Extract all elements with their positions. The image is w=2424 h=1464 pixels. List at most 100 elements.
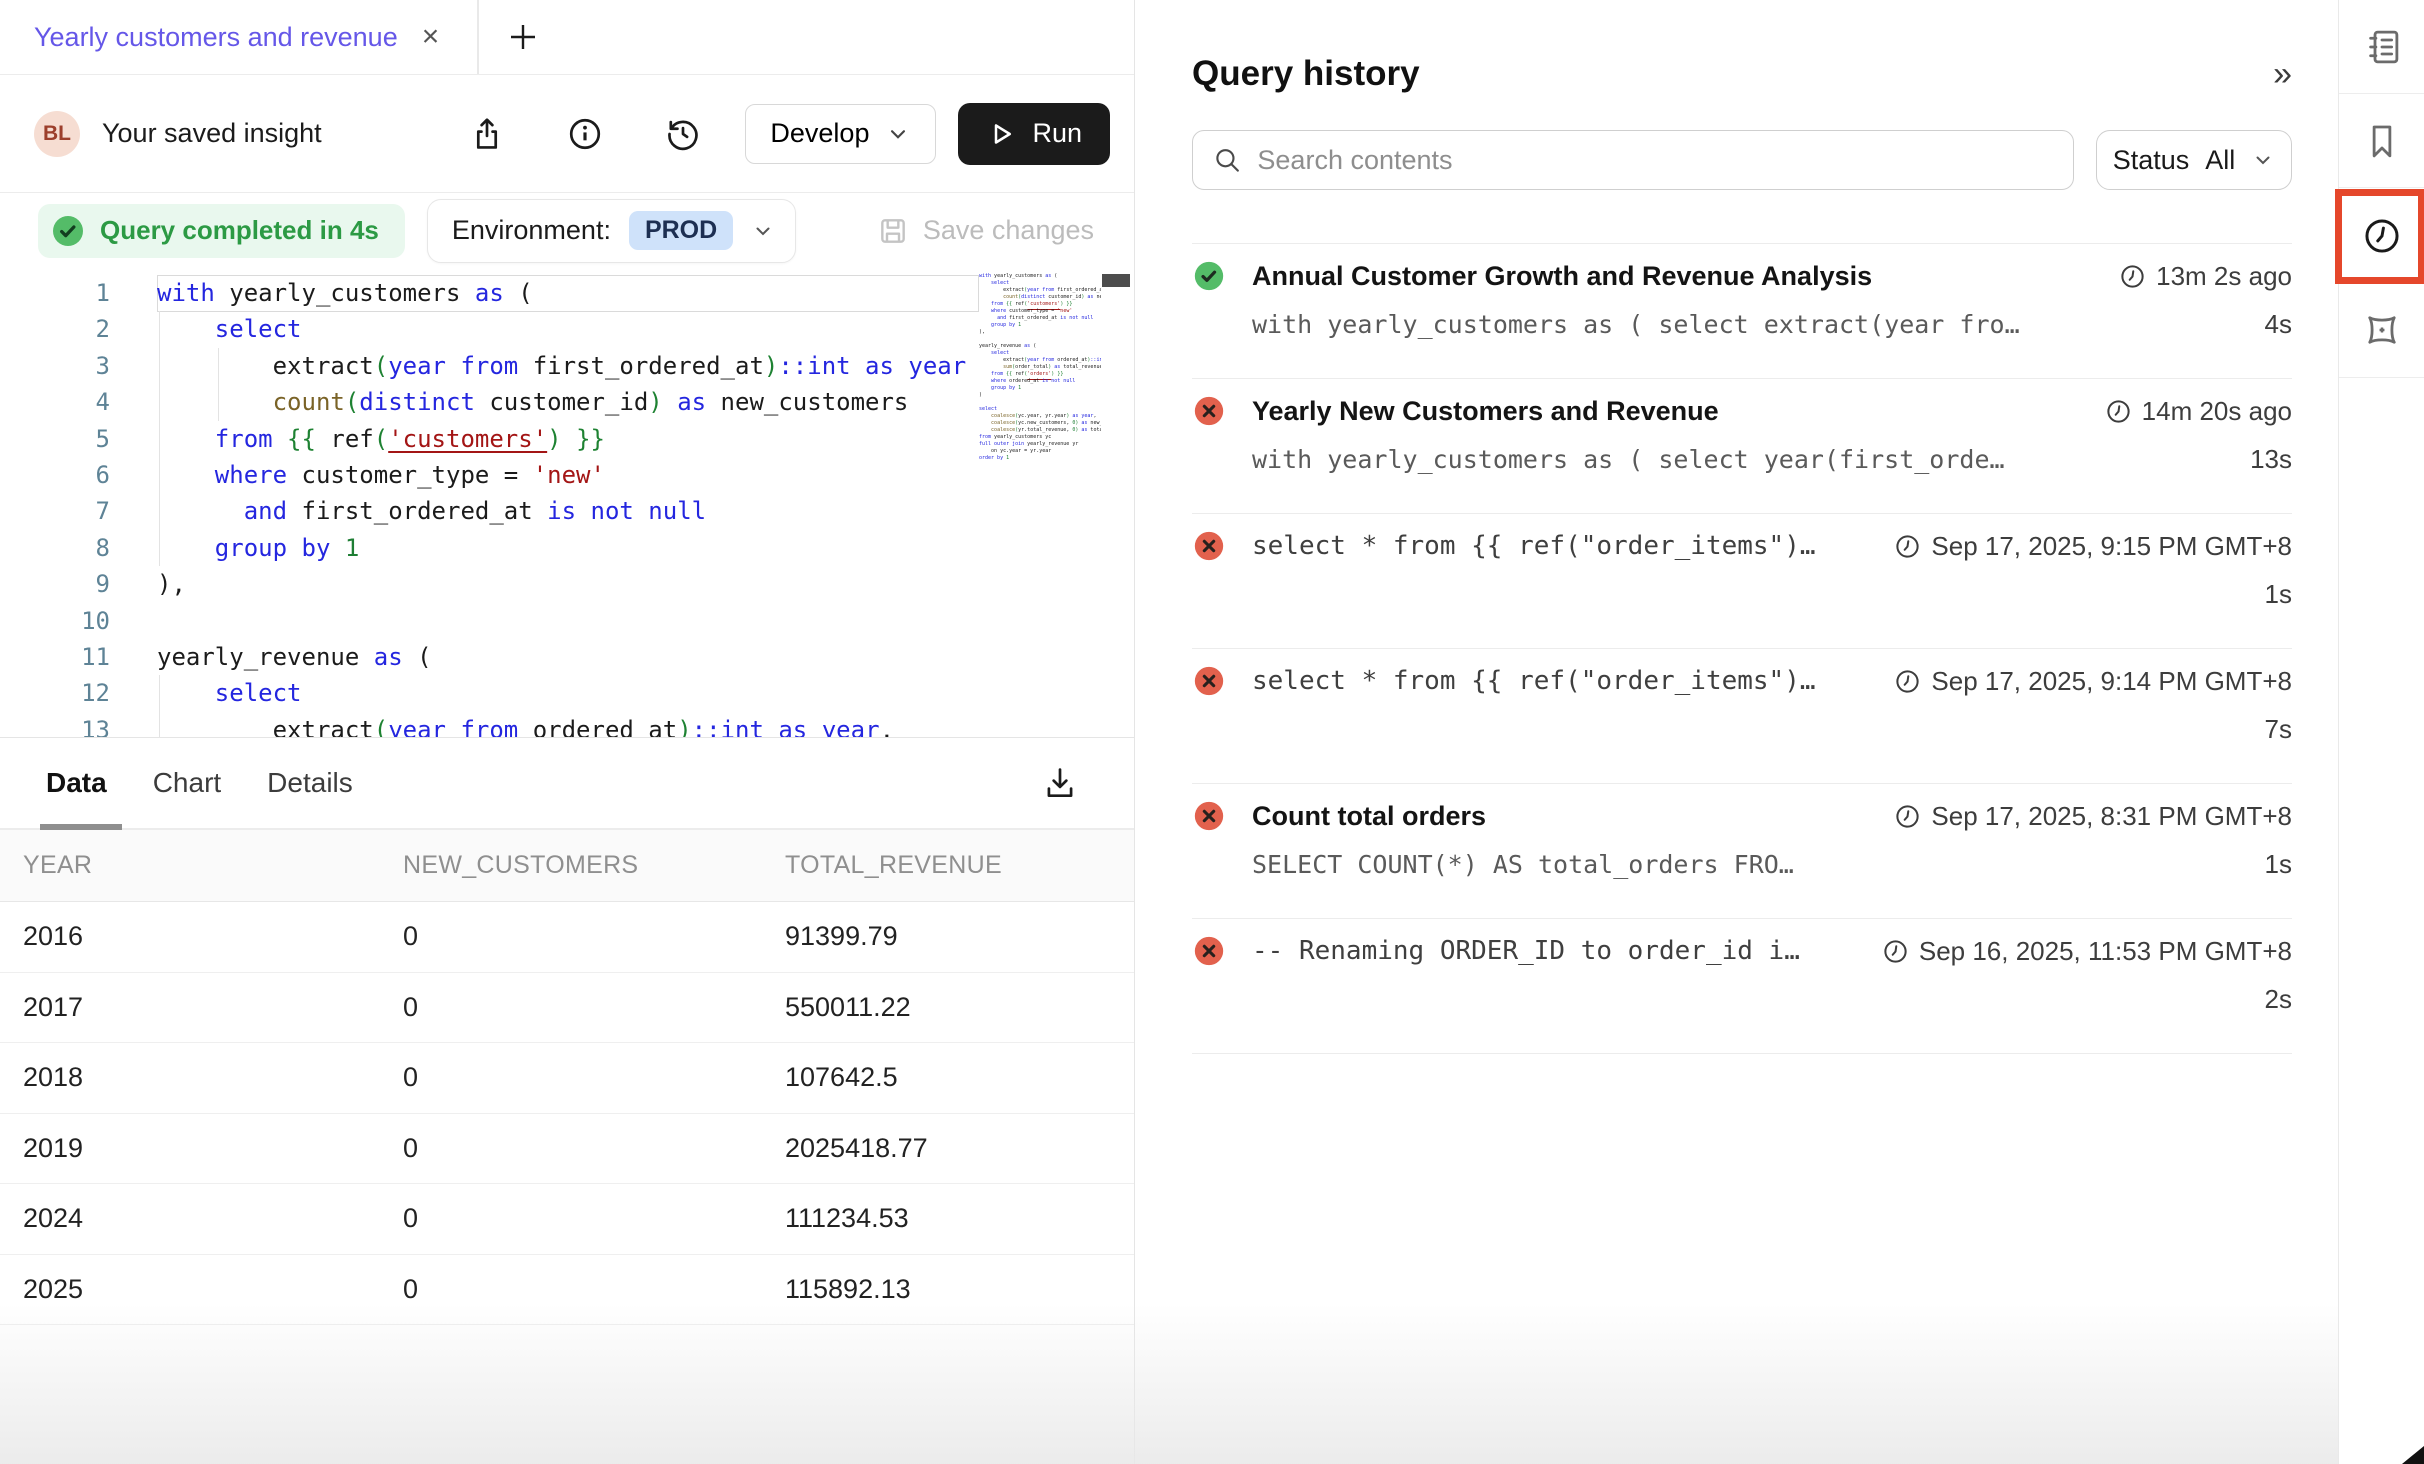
code-line[interactable]: select [979,350,1101,357]
run-button[interactable]: Run [958,103,1110,165]
code-line[interactable]: group by 1 [979,385,1101,392]
table-cell: 2019 [23,1133,403,1164]
code-line[interactable] [157,603,1134,639]
tab-data[interactable]: Data [46,767,107,799]
code-line[interactable]: where ordered_at is not null [979,378,1101,385]
code-line[interactable]: full outer join yearly_revenue yr [979,441,1101,448]
code-line[interactable]: where customer_type = 'new' [979,308,1101,315]
table-cell: 550011.22 [785,992,1134,1023]
develop-button[interactable]: Develop [745,104,936,164]
table-row[interactable]: 2016091399.79 [0,902,1134,973]
sidebar-item-lineage[interactable] [2339,283,2424,378]
status-badge [1192,529,1226,563]
sidebar-item-query-history[interactable] [2339,188,2424,283]
save-changes-button[interactable]: Save changes [877,215,1094,247]
table-row[interactable]: 201902025418.77 [0,1114,1134,1185]
line-number: 7 [0,493,110,529]
avatar[interactable]: BL [34,111,80,157]
status-filter-value: All [2205,145,2235,176]
collapse-panel-icon[interactable]: » [2273,55,2292,94]
line-number: 2 [0,311,110,347]
code-line[interactable]: group by 1 [979,322,1101,329]
download-results-button[interactable] [1038,761,1082,805]
code-line[interactable]: select [979,280,1101,287]
code-line[interactable]: coalesce(yc.new_customers, 0) as new_cus… [979,420,1101,427]
history-entry[interactable]: -- Renaming ORDER_ID to order_id i…Sep 1… [1192,919,2292,1054]
line-number: 11 [0,639,110,675]
active-tab-underline [40,824,122,830]
code-line[interactable]: coalesce(yc.year, yr.year) as year, [979,413,1101,420]
code-line[interactable]: ), [157,566,1134,602]
sql-code-editor[interactable]: 12345678910111213 with yearly_customers … [0,268,1134,737]
history-filter-row: Status All [1192,130,2292,190]
editor-scrollbar-thumb[interactable] [1102,274,1130,287]
code-line[interactable]: group by 1 [157,530,1134,566]
history-entry-duration: 1s [2265,579,2292,610]
toolbar-icon-group [465,112,705,156]
table-row[interactable]: 20170550011.22 [0,973,1134,1044]
code-line[interactable]: order by 1 [979,455,1101,462]
table-cell: 91399.79 [785,921,1134,952]
code-line[interactable]: extract(year from ordered_at)::int as ye… [157,712,1134,737]
app-window: Yearly customers and revenue × BL Your s… [0,0,2424,1464]
code-line[interactable]: yearly_revenue as ( [979,343,1101,350]
history-entry[interactable]: Annual Customer Growth and Revenue Analy… [1192,244,2292,379]
code-line[interactable]: with yearly_customers as ( [979,273,1101,280]
history-entry-preview: SELECT COUNT(*) AS total_orders FRO… [1252,850,2253,879]
code-line[interactable]: from yearly_customers yc [979,434,1101,441]
search-box[interactable] [1192,130,2074,190]
code-line[interactable]: yearly_revenue as ( [157,639,1134,675]
sidebar-item-bookmarks[interactable] [2339,94,2424,188]
table-row[interactable]: 20240111234.53 [0,1184,1134,1255]
code-line[interactable]: select [979,406,1101,413]
tab-details[interactable]: Details [267,767,353,799]
history-entry[interactable]: select * from {{ ref("order_items")…Sep … [1192,514,2292,649]
table-row[interactable]: 20180107642.5 [0,1043,1134,1114]
chevron-down-icon [2251,148,2275,172]
code-line[interactable]: coalesce(yr.total_revenue, 0) as total_r… [979,427,1101,434]
history-entry[interactable]: Count total ordersSep 17, 2025, 8:31 PM … [1192,784,2292,919]
code-line[interactable]: ), [979,329,1101,336]
results-section: Data Chart Details YEAR NEW_CUSTOMERS TO… [0,737,1134,1325]
code-line[interactable]: and first_ordered_at is not null [979,315,1101,322]
error-icon [1192,529,1226,563]
table-cell: 0 [403,921,785,952]
code-line[interactable] [979,399,1101,406]
code-line[interactable]: from {{ ref('customers') }} [979,301,1101,308]
code-line[interactable]: extract(year from ordered_at)::int as ye… [979,357,1101,364]
history-entry[interactable]: select * from {{ ref("order_items")…Sep … [1192,649,2292,784]
share-icon [468,115,506,153]
tab-title: Yearly customers and revenue [34,22,398,53]
tab-chart[interactable]: Chart [153,767,221,799]
play-icon [986,119,1016,149]
history-entry-preview: with yearly_customers as ( select year(f… [1252,445,2238,474]
share-button[interactable] [465,112,509,156]
sidebar-item-notebook[interactable] [2339,0,2424,94]
info-icon [566,115,604,153]
error-icon [1192,799,1226,833]
code-line[interactable]: sum(order_total) as total_revenue [979,364,1101,371]
code-line[interactable]: on yc.year = yr.year [979,448,1101,455]
notebook-icon [2361,26,2403,68]
code-line[interactable]: count(distinct customer_id) as new_custo… [979,294,1101,301]
table-cell: 0 [403,1203,785,1234]
search-input[interactable] [1257,145,2053,176]
history-entry[interactable]: Yearly New Customers and Revenue14m 20s … [1192,379,2292,514]
info-button[interactable] [563,112,607,156]
minimap[interactable]: with yearly_customers as ( select extrac… [979,273,1101,513]
version-history-button[interactable] [661,112,705,156]
close-tab-icon[interactable]: × [422,22,440,52]
right-sidebar-rail [2338,0,2424,1464]
new-tab-button[interactable] [505,19,541,55]
table-row[interactable]: 20250115892.13 [0,1255,1134,1326]
environment-selector[interactable]: Environment: PROD [427,199,796,263]
tab-yearly-customers-and-revenue[interactable]: Yearly customers and revenue × [0,0,439,74]
code-line[interactable] [979,336,1101,343]
code-line[interactable]: extract(year from first_ordered_at)::int… [979,287,1101,294]
version-history-icon [664,115,702,153]
code-line[interactable]: select [157,675,1134,711]
status-filter-dropdown[interactable]: Status All [2096,130,2292,190]
code-line[interactable]: from {{ ref('orders') }} [979,371,1101,378]
table-cell: 107642.5 [785,1062,1134,1093]
code-line[interactable]: ) [979,392,1101,399]
